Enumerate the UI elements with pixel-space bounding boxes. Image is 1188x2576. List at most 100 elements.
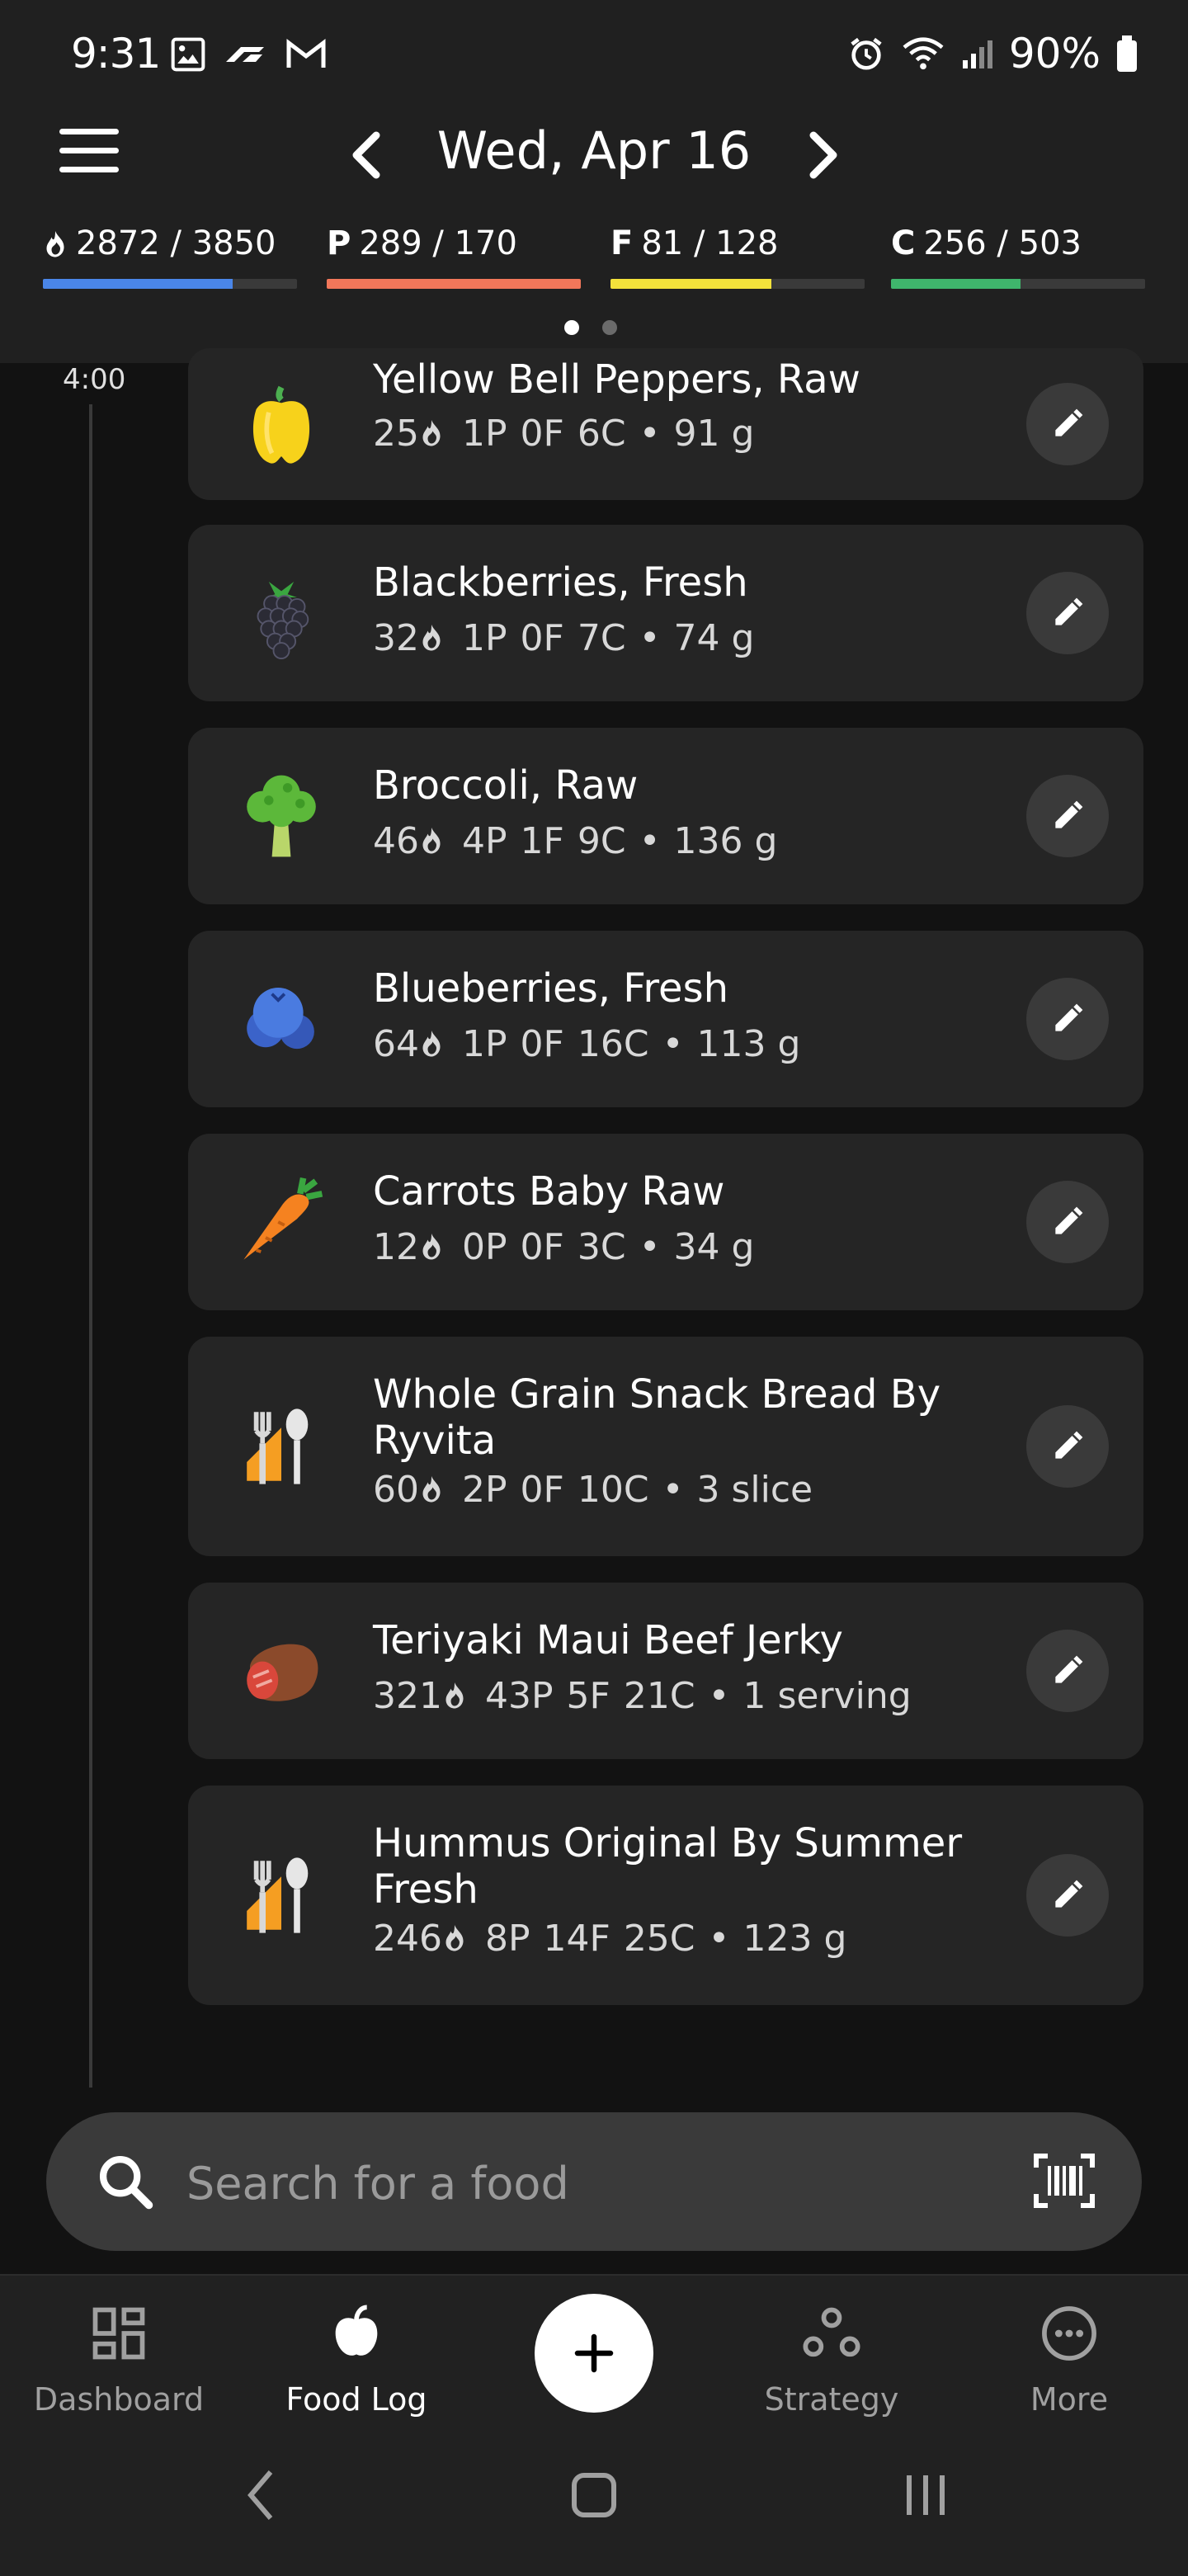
next-day-button[interactable] [797,122,850,188]
food-name: Hummus Original By Summer Fresh [373,1820,963,1913]
separator-dot: • [639,413,661,455]
macro-progress-bar [43,279,297,289]
blackberry-icon [234,566,328,660]
food-carbs: 7C [577,617,626,659]
edit-icon [1055,1880,1083,1908]
food-fat: 0F [520,1469,564,1511]
meat-icon [234,1624,328,1718]
food-carbs: 10C [577,1469,649,1511]
gallery-icon [171,37,205,72]
edit-food-button[interactable] [1026,1405,1109,1488]
food-log-entry[interactable]: Whole Grain Snack Bread By Ryvita 60 2P 0F 1… [188,1337,1143,1556]
food-nutrition: 12 0P 0F 3C • 34 g [373,1226,754,1268]
chevron-left-icon [352,131,380,179]
food-carbs: 21C [623,1675,695,1717]
edit-food-button[interactable] [1026,572,1109,654]
macro-progress-bar [610,279,865,289]
macro-item: C 256 / 503 [891,224,1145,289]
search-bar[interactable] [46,2112,1142,2251]
macro-value: 81 / 128 [641,224,779,262]
food-nutrition: 32 1P 0F 7C • 74 g [373,617,754,659]
edit-food-button[interactable] [1026,383,1109,465]
page-dot [602,320,617,335]
macro-progress-bar [891,279,1145,289]
food-fat: 0F [520,1023,564,1065]
food-carbs: 16C [577,1023,649,1065]
food-nutrition: 321 43P 5F 21C • 1 serving [373,1675,912,1717]
food-log-entry[interactable]: Blueberries, Fresh 64 1P 0F 16C • 113 g [188,931,1143,1107]
food-fat: 0F [520,413,564,455]
app-header: Wed, Apr 16 [0,107,1188,206]
calorie-flame-icon [422,1234,441,1260]
f1-icon [226,47,264,62]
separator-dot: • [662,1023,684,1065]
food-nutrition: 25 1P 0F 6C • 91 g [373,413,754,455]
search-input[interactable] [185,2145,931,2221]
system-back-icon[interactable] [244,2469,277,2522]
nav-dashboard-label: Dashboard [33,2381,205,2418]
food-log-entry[interactable]: Yellow Bell Peppers, Raw 25 1P 0F 6C • 91 g [188,348,1143,500]
menu-icon[interactable] [59,129,119,180]
plus-icon [574,2333,614,2373]
edit-food-button[interactable] [1026,978,1109,1060]
food-nutrition: 246 8P 14F 25C • 123 g [373,1918,846,1960]
edit-icon [1055,800,1083,828]
macro-item: F 81 / 128 [610,224,865,289]
add-food-button[interactable] [535,2294,653,2413]
separator-dot: • [639,1226,661,1268]
edit-icon [1055,1206,1083,1234]
previous-day-button[interactable] [340,122,393,188]
separator-dot: • [708,1675,730,1717]
food-fat: 0F [520,617,564,659]
nav-food-log[interactable]: Food Log [257,2302,455,2418]
date-title[interactable]: Wed, Apr 16 [396,120,792,181]
macro-progress-fill [43,279,233,289]
utensils-icon [234,1399,328,1493]
status-bar: 9:31 90% [0,0,1188,116]
food-nutrition: 60 2P 0F 10C • 3 slice [373,1469,813,1511]
edit-icon [1055,1003,1083,1031]
food-log-entry[interactable]: Broccoli, Raw 46 4P 1F 9C • 136 g [188,728,1143,904]
calorie-flame-icon [422,1476,441,1503]
food-log-entry[interactable]: Blackberries, Fresh 32 1P 0F 7C • 74 g [188,525,1143,701]
nav-dashboard[interactable]: Dashboard [20,2302,218,2418]
food-calories: 12 [373,1226,419,1268]
food-name: Carrots Baby Raw [373,1168,725,1215]
food-calories: 64 [373,1023,419,1065]
food-log-entry[interactable]: Teriyaki Maui Beef Jerky 321 43P 5F 21C • 1 se… [188,1583,1143,1759]
food-amount: 91 g [673,413,755,455]
yellow-pepper-icon [234,378,328,472]
system-home-icon[interactable] [569,2469,619,2522]
barcode-scanner-icon[interactable] [1033,2152,1096,2210]
edit-food-button[interactable] [1026,1181,1109,1263]
alarm-icon [851,37,882,70]
food-amount: 74 g [673,617,755,659]
edit-food-button[interactable] [1026,1630,1109,1712]
food-carbs: 25C [623,1918,695,1960]
nav-strategy[interactable]: Strategy [733,2302,931,2418]
macro-item: 2872 / 3850 [43,224,297,289]
nav-more[interactable]: More [970,2302,1168,2418]
food-nutrition: 64 1P 0F 16C • 113 g [373,1023,800,1065]
edit-food-button[interactable] [1026,775,1109,857]
flame-icon [46,231,64,257]
chevron-right-icon [809,131,837,179]
macro-summary[interactable]: 2872 / 3850 P 289 / 170 F 81 / 128 C 256 / 503 [43,224,1148,290]
page-indicator [564,320,617,335]
system-recents-icon[interactable] [901,2469,950,2522]
food-protein: 1P [462,1023,507,1065]
food-calories: 46 [373,820,419,862]
utensils-icon [234,1848,328,1942]
food-log-entry[interactable]: Hummus Original By Summer Fresh 246 8P 14F 2… [188,1786,1143,2005]
edit-food-button[interactable] [1026,1854,1109,1937]
food-log-entry[interactable]: Carrots Baby Raw 12 0P 0F 3C • 34 g [188,1134,1143,1310]
food-protein: 8P [484,1918,530,1960]
food-calories: 60 [373,1469,419,1511]
macro-progress-fill [891,279,1021,289]
food-fat: 1F [520,820,564,862]
food-protein: 1P [462,413,507,455]
food-amount: 34 g [673,1226,755,1268]
macro-progress-fill [327,279,581,289]
food-protein: 1P [462,617,507,659]
separator-dot: • [639,617,661,659]
